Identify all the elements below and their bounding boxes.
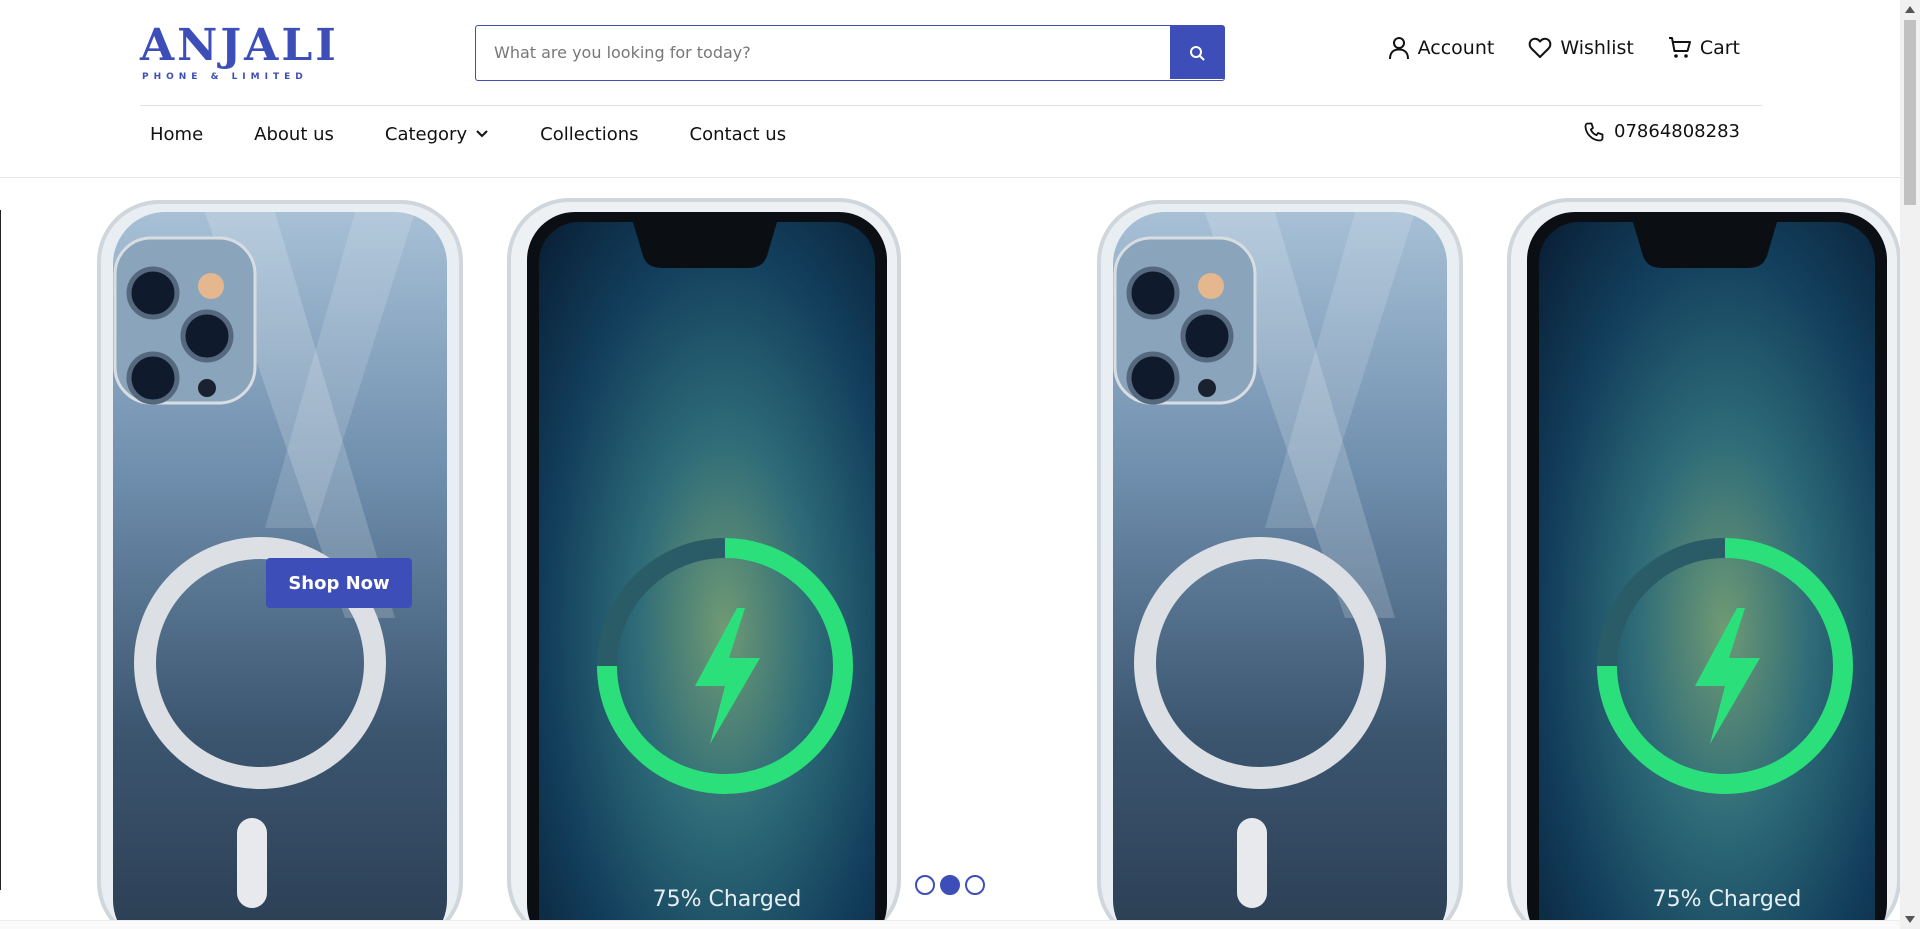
logo-wordmark: ANJALI: [140, 20, 339, 71]
carousel-dot-3[interactable]: [965, 875, 985, 895]
carousel-dot-2[interactable]: [940, 875, 960, 895]
nav-home-label: Home: [150, 123, 204, 145]
cart-link[interactable]: Cart: [1668, 36, 1740, 60]
site-header: ANJALI PHONE & LIMITED Account: [0, 0, 1900, 178]
brand-logo[interactable]: ANJALI PHONE & LIMITED: [140, 22, 336, 84]
heart-icon: [1528, 37, 1552, 58]
nav-item-collections[interactable]: Collections: [530, 124, 648, 145]
hero-carousel: 75% Charged 75% Charged Shop Now: [0, 178, 1900, 920]
shop-now-button[interactable]: Shop Now: [266, 558, 412, 608]
carousel-dots: [915, 875, 985, 895]
account-link[interactable]: Account: [1388, 36, 1495, 60]
wishlist-link[interactable]: Wishlist: [1528, 37, 1634, 59]
chevron-down-icon: [476, 130, 488, 138]
charge-text-2: 75% Charged: [1653, 887, 1802, 912]
header-links: Account Wishlist Cart: [1388, 36, 1740, 60]
scroll-up-arrow-icon[interactable]: [1905, 6, 1915, 13]
nav-item-contact[interactable]: Contact us: [680, 124, 797, 145]
nav-item-about[interactable]: About us: [244, 124, 344, 145]
phone-contact[interactable]: 07864808283: [1584, 121, 1740, 142]
search-icon: [1190, 45, 1205, 60]
scroll-down-arrow-icon[interactable]: [1905, 916, 1915, 923]
charge-text: 75% Charged: [653, 887, 802, 912]
search-input[interactable]: [476, 26, 1170, 79]
nav-item-category[interactable]: Category: [375, 124, 499, 145]
cart-icon: [1668, 37, 1691, 58]
main-nav: Home About us Category Collections Conta…: [140, 118, 827, 150]
scrollbar-thumb[interactable]: [1904, 20, 1916, 205]
phone-screen-image: 75% Charged: [507, 198, 901, 920]
phone-number: 07864808283: [1614, 121, 1740, 142]
slide-edge: [0, 210, 1, 890]
nav-category-label: Category: [384, 123, 468, 145]
nav-collections-label: Collections: [540, 123, 639, 145]
search-button[interactable]: [1170, 26, 1224, 79]
phone-screen-image-2: 75% Charged: [1507, 198, 1900, 920]
wishlist-label: Wishlist: [1560, 37, 1634, 59]
cart-label: Cart: [1699, 37, 1740, 59]
nav-contact-label: Contact us: [689, 123, 787, 145]
header-divider: [140, 105, 1762, 106]
carousel-dot-1[interactable]: [915, 875, 935, 895]
nav-item-home[interactable]: Home: [140, 124, 213, 145]
account-label: Account: [1417, 37, 1495, 59]
vertical-scrollbar[interactable]: [1900, 0, 1920, 929]
phone-icon: [1584, 122, 1604, 141]
nav-about-label: About us: [254, 123, 334, 145]
horizontal-scrollbar[interactable]: [0, 920, 1900, 929]
page: ANJALI PHONE & LIMITED Account: [0, 0, 1920, 929]
search-bar: [475, 25, 1225, 81]
user-icon: [1388, 37, 1409, 60]
phone-case-back-image-2: [1097, 200, 1463, 920]
logo-tagline: PHONE & LIMITED: [142, 72, 308, 82]
